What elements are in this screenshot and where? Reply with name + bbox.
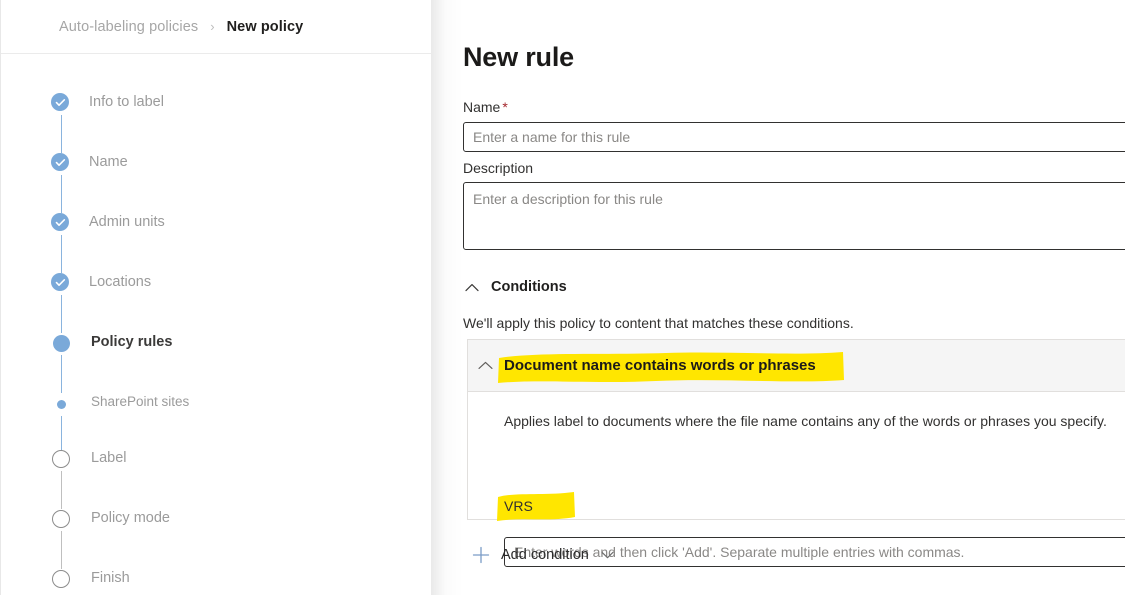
name-input[interactable] (463, 122, 1125, 152)
breadcrumb-current: New policy (226, 18, 304, 35)
description-input[interactable] (463, 182, 1125, 250)
condition-word-tag-text: VRS (504, 498, 533, 514)
page-title: New rule (463, 42, 574, 72)
condition-word-tag[interactable]: VRS (497, 492, 575, 521)
empty-circle-icon (51, 569, 71, 589)
condition-card-title: Document name contains words or phrases (498, 352, 844, 383)
auto-labeling-new-rule-screen: Auto-labeling policies › New policy Info… (0, 0, 1125, 595)
wizard-step-label-step[interactable]: Label (51, 448, 381, 509)
wizard-step-policy-mode[interactable]: Policy mode (51, 508, 381, 569)
conditions-intro-text: We'll apply this policy to content that … (463, 315, 854, 331)
wizard-pane: Auto-labeling policies › New policy Info… (0, 0, 432, 595)
chevron-up-icon (463, 278, 481, 296)
wizard-step-label: Finish (91, 570, 130, 586)
empty-circle-icon (51, 509, 71, 569)
required-asterisk: * (502, 99, 508, 115)
new-rule-panel: New rule Name* Description Conditions We… (431, 0, 1125, 595)
condition-card-toggle[interactable]: Document name contains words or phrases (468, 340, 1125, 392)
wizard-step-finish[interactable]: Finish (51, 568, 381, 595)
name-label-text: Name (463, 99, 501, 115)
check-circle-icon (51, 273, 69, 333)
add-condition-button[interactable]: Add condition (471, 545, 616, 565)
wizard-step-locations[interactable]: Locations (51, 272, 381, 333)
wizard-step-label: Name (89, 154, 128, 170)
wizard-step-label: Admin units (89, 214, 165, 230)
wizard-step-admin-units[interactable]: Admin units (51, 212, 381, 273)
conditions-section-toggle[interactable]: Conditions (463, 278, 567, 296)
wizard-step-policy-rules[interactable]: Policy rules (51, 332, 381, 393)
wizard-step-label: Label (91, 450, 127, 466)
description-field-label: Description (463, 160, 534, 176)
check-circle-icon (51, 93, 69, 153)
wizard-step-label: Policy mode (91, 510, 170, 526)
filled-dot-icon (51, 333, 71, 393)
plus-icon (471, 545, 491, 565)
wizard-step-name[interactable]: Name (51, 152, 381, 213)
breadcrumb-parent-link[interactable]: Auto-labeling policies (59, 19, 198, 35)
wizard-step-sharepoint-sites[interactable]: SharePoint sites (51, 392, 381, 454)
condition-applies-text: Applies label to documents where the fil… (504, 413, 1107, 429)
wizard-steps: Info to label Name Admin units Locations (51, 92, 381, 595)
wizard-step-label: Policy rules (91, 334, 173, 350)
condition-card: Document name contains words or phrases … (467, 339, 1125, 567)
highlighted-title-wrapper: Document name contains words or phrases (498, 352, 844, 383)
check-circle-icon (51, 213, 69, 273)
breadcrumb: Auto-labeling policies › New policy (1, 0, 432, 54)
condition-card-body: Applies label to documents where the fil… (468, 392, 1125, 567)
chevron-up-icon (476, 357, 494, 375)
wizard-step-label: Info to label (89, 94, 164, 110)
highlighted-tag-wrapper: VRS (497, 492, 575, 521)
wizard-step-label: Locations (89, 274, 152, 290)
wizard-step-label: SharePoint sites (91, 394, 190, 409)
breadcrumb-separator-icon: › (210, 19, 215, 34)
chevron-down-icon[interactable] (600, 547, 616, 563)
check-circle-icon (51, 153, 69, 213)
conditions-section-title: Conditions (491, 279, 567, 295)
small-dot-icon (51, 394, 71, 454)
name-field-label: Name * (463, 98, 508, 116)
empty-circle-icon (51, 449, 71, 509)
add-condition-label: Add condition (501, 547, 589, 563)
condition-card-title-text: Document name contains words or phrases (504, 357, 816, 374)
wizard-step-info-to-label[interactable]: Info to label (51, 92, 381, 153)
